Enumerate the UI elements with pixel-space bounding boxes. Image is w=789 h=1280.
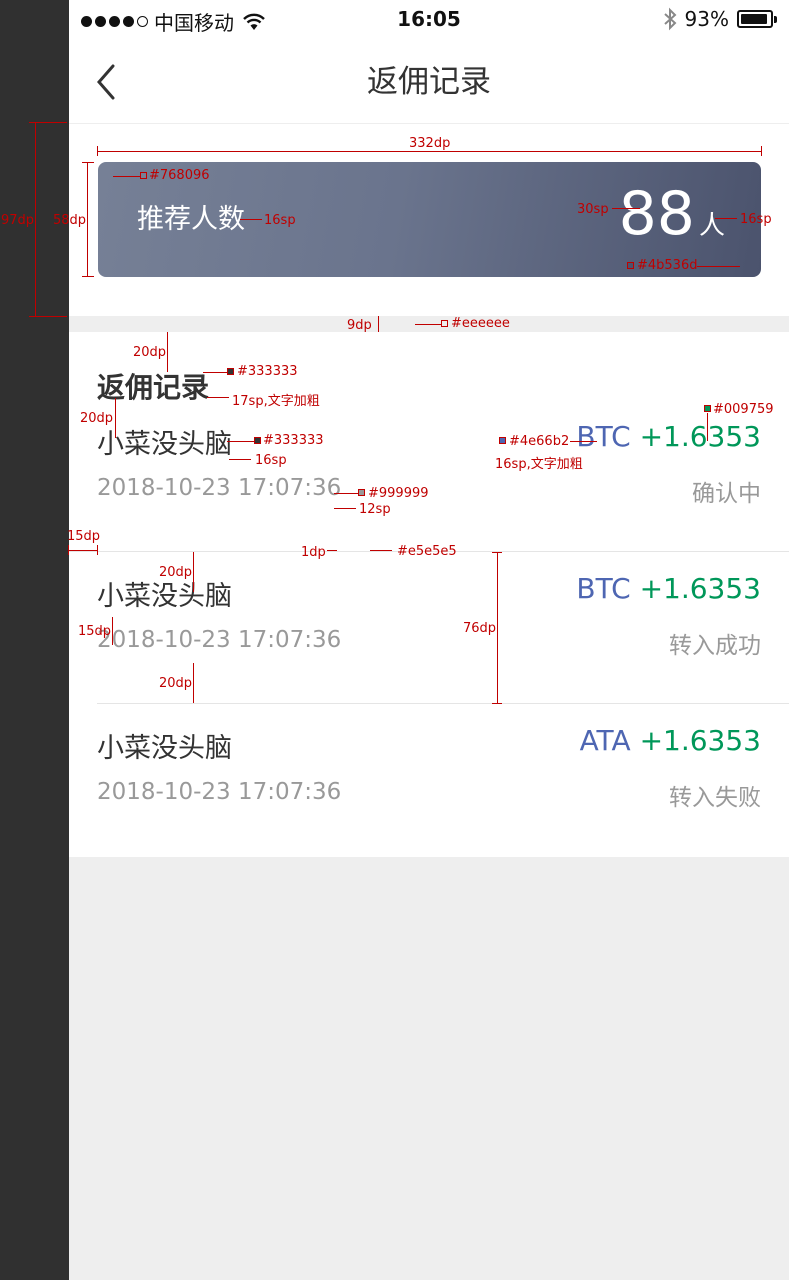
annotation-color-999999: #999999 <box>368 486 429 501</box>
banner-section: 推荐人数 88 人 <box>69 124 789 316</box>
record-value: +1.6353 <box>639 420 761 453</box>
record-coin: BTC <box>576 572 631 605</box>
annotation-color-333333-2: #333333 <box>263 433 324 448</box>
record-name: 小菜没头脑 <box>97 429 232 460</box>
record-name: 小菜没头脑 <box>97 733 232 764</box>
annotation-color-009759: #009759 <box>713 402 774 417</box>
page-title: 返佣记录 <box>367 64 491 100</box>
record-status: 转入成功 <box>669 633 761 659</box>
status-bar: 中国移动 16:05 93% <box>69 0 789 40</box>
annotation-color-e5e5e5: #e5e5e5 <box>397 544 457 559</box>
referral-count-unit: 人 <box>698 211 725 241</box>
annotation-20dp-1: 20dp <box>133 345 167 360</box>
annotation-20dp-4: 20dp <box>159 676 193 691</box>
record-amount: ATA +1.6353 <box>580 724 761 757</box>
annotation-332dp: 332dp <box>409 136 451 151</box>
record-status: 转入失败 <box>669 785 761 811</box>
annotation-76dp: 76dp <box>463 621 497 636</box>
annotation-color-768096: #768096 <box>149 168 210 183</box>
referral-count: 88 人 <box>619 184 725 244</box>
annotation-15dp-2: 15dp <box>78 624 112 639</box>
annotation-12sp: 12sp <box>359 502 391 517</box>
record-amount: BTC +1.6353 <box>576 420 761 453</box>
annotation-16sp-unit: 16sp <box>740 212 772 227</box>
annotation-9dp: 9dp <box>347 318 372 333</box>
records-section: 返佣记录 小菜没头脑 BTC +1.6353 2018-10-23 17:07:… <box>69 332 789 857</box>
record-coin: BTC <box>576 420 631 453</box>
annotation-1dp: 1dp <box>301 545 326 560</box>
record-date: 2018-10-23 17:07:36 <box>97 627 342 653</box>
nav-bar: 返佣记录 <box>69 40 789 124</box>
bluetooth-icon <box>663 7 676 31</box>
annotation-15dp-1: 15dp <box>67 529 101 544</box>
record-row[interactable]: 小菜没头脑 ATA +1.6353 2018-10-23 17:07:36 转入… <box>69 704 789 856</box>
annotation-30sp: 30sp <box>577 202 609 217</box>
annotation-17sp: 17sp,文字加粗 <box>232 394 320 409</box>
record-date: 2018-10-23 17:07:36 <box>97 779 342 805</box>
annotation-color-4b536d: #4b536d <box>637 258 698 273</box>
annotation-16sp-label: 16sp <box>264 213 296 228</box>
record-coin: ATA <box>579 724 631 757</box>
annotation-16sp-name: 16sp <box>255 453 287 468</box>
annotation-16sp-bold: 16sp,文字加粗 <box>495 457 583 472</box>
record-date: 2018-10-23 17:07:36 <box>97 475 342 501</box>
record-value: +1.6353 <box>639 724 761 757</box>
annotation-color-eeeeee: #eeeeee <box>451 316 510 331</box>
record-amount: BTC +1.6353 <box>576 572 761 605</box>
record-row[interactable]: 小菜没头脑 BTC +1.6353 2018-10-23 17:07:36 确认… <box>69 400 789 552</box>
annotation-58dp: 58dp <box>53 213 87 228</box>
record-status: 确认中 <box>692 481 761 507</box>
annotation-20dp-3: 20dp <box>159 565 193 580</box>
annotation-20dp-2: 20dp <box>80 411 114 426</box>
record-value: +1.6353 <box>639 572 761 605</box>
battery-percent: 93% <box>684 7 729 31</box>
annotation-color-4e66b2: #4e66b2 <box>509 434 570 449</box>
status-right: 93% <box>663 7 777 31</box>
annotation-color-333333-1: #333333 <box>237 364 298 379</box>
referral-count-number: 88 <box>618 179 695 249</box>
phone-screen: 中国移动 16:05 93% 返佣记录 推荐人数 88 人 返佣记录 小菜没头脑… <box>69 0 789 1280</box>
battery-icon <box>737 10 777 28</box>
annotation-97dp: 97dp <box>1 213 35 228</box>
